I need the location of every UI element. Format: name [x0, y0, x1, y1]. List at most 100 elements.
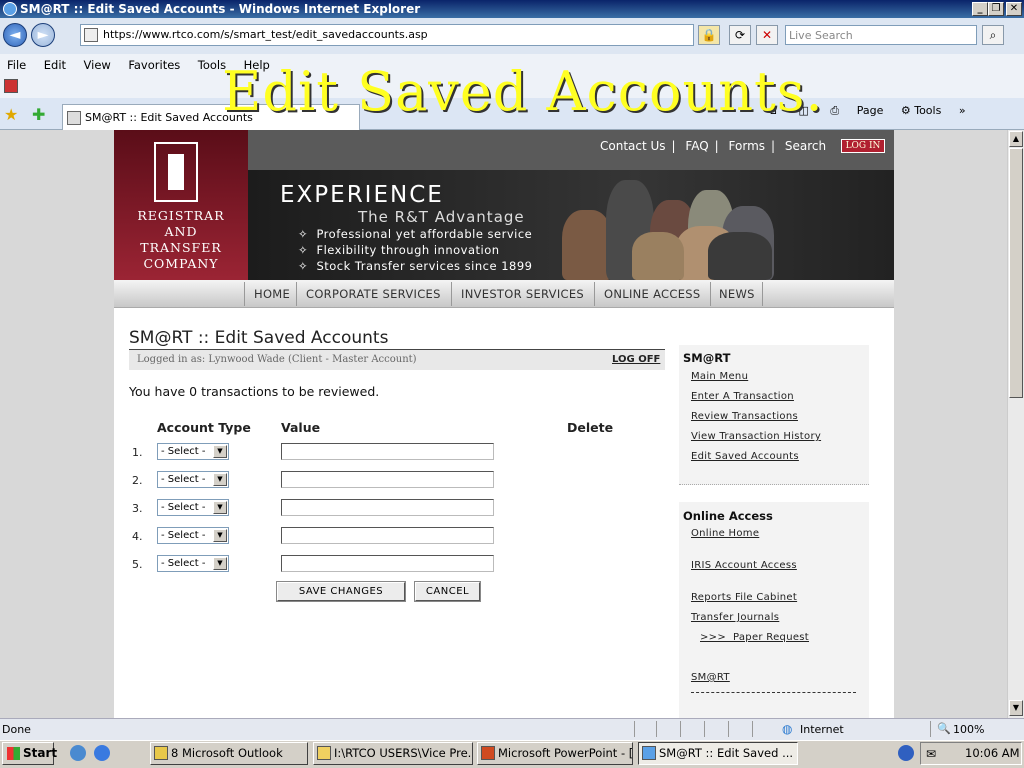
page-icon — [84, 28, 98, 42]
save-changes-button[interactable]: SAVE CHANGES — [276, 581, 406, 602]
menu-edit[interactable]: Edit — [37, 54, 73, 76]
chevron-down-icon[interactable]: ▼ — [213, 501, 227, 514]
value-input[interactable] — [281, 527, 494, 544]
gear-icon: ⚙ — [900, 104, 911, 117]
banner-bullet: ✧ Stock Transfer services since 1899 — [298, 259, 533, 273]
sidebar-heading-smart: SM@RT — [683, 351, 731, 365]
chevron-down-icon[interactable]: ▼ — [213, 445, 227, 458]
add-favorite-icon[interactable]: ✚ — [32, 105, 45, 124]
sidebar-link-reports-cabinet[interactable]: Reports File Cabinet — [691, 592, 797, 603]
zoom-level[interactable]: 100% — [953, 723, 984, 736]
sidebar-link-transfer-journals[interactable]: Transfer Journals — [691, 612, 779, 623]
search-go-icon[interactable]: ⌕ — [982, 25, 1004, 45]
account-type-select[interactable]: - Select - ▼ — [157, 527, 229, 544]
logged-in-text: Logged in as: Lynwood Wade (Client - Mas… — [137, 354, 417, 365]
cancel-button[interactable]: CANCEL — [414, 581, 481, 602]
chevron-down-icon[interactable]: ▼ — [213, 529, 227, 542]
transactions-message: You have 0 transactions to be reviewed. — [129, 384, 380, 399]
task-explorer-folder[interactable]: I:\RTCO USERS\Vice Pre... — [313, 742, 473, 765]
sidebar-divider — [691, 692, 856, 693]
sidebar-link-edit-saved-accounts[interactable]: Edit Saved Accounts — [691, 451, 799, 462]
chevron-down-icon[interactable]: ▼ — [213, 473, 227, 486]
value-input[interactable] — [281, 499, 494, 516]
scroll-up-icon[interactable]: ▲ — [1009, 131, 1023, 147]
banner-bullet: ✧ Professional yet affordable service — [298, 227, 533, 241]
chevron-down-icon[interactable]: ▼ — [213, 557, 227, 570]
security-zone[interactable]: Internet — [800, 723, 844, 736]
task-internet-explorer[interactable]: SM@RT :: Edit Saved ... — [638, 742, 798, 765]
vertical-scrollbar[interactable]: ▲ ▼ — [1007, 130, 1024, 718]
row-number: 2. — [132, 474, 143, 487]
print-icon[interactable]: ⎙ — [830, 104, 839, 117]
login-button[interactable]: LOG IN — [841, 139, 885, 153]
address-bar[interactable]: https://www.rtco.com/s/smart_test/edit_s… — [80, 24, 694, 46]
logo-line: COMPANY — [143, 256, 219, 271]
back-button[interactable]: ◄ — [3, 23, 27, 47]
nav-home[interactable]: HOME — [254, 287, 290, 301]
clock[interactable]: 10:06 AM — [965, 746, 1020, 760]
favorites-star-icon[interactable]: ★ — [4, 105, 18, 124]
menu-file[interactable]: File — [0, 54, 33, 76]
menu-view[interactable]: View — [77, 54, 118, 76]
banner-bullet: ✧ Flexibility through innovation — [298, 243, 500, 257]
nav-investor-services[interactable]: INVESTOR SERVICES — [461, 287, 584, 301]
row-number: 1. — [132, 446, 143, 459]
faq-link[interactable]: FAQ — [685, 139, 708, 153]
sidebar-link-review-transactions[interactable]: Review Transactions — [691, 411, 798, 422]
search-link[interactable]: Search — [785, 139, 826, 153]
start-button[interactable]: Start — [2, 742, 57, 765]
search-input[interactable]: Live Search — [785, 25, 977, 45]
account-type-select[interactable]: - Select - ▼ — [157, 471, 229, 488]
sidebar-link-transaction-history[interactable]: View Transaction History — [691, 431, 821, 442]
nav-news[interactable]: NEWS — [719, 287, 755, 301]
company-logo[interactable]: REGISTRAR AND TRANSFER COMPANY — [114, 130, 248, 280]
scroll-thumb[interactable] — [1009, 148, 1023, 398]
toolbar-addon-icon[interactable] — [4, 79, 18, 93]
banner-tagline: The R&T Advantage — [358, 208, 525, 226]
sidebar-link-online-home[interactable]: Online Home — [691, 528, 759, 539]
menu-favorites[interactable]: Favorites — [121, 54, 187, 76]
task-outlook[interactable]: 8 Microsoft Outlook — [150, 742, 308, 765]
nav-corporate-services[interactable]: CORPORATE SERVICES — [306, 287, 441, 301]
help-icon[interactable] — [898, 745, 914, 761]
minimize-button[interactable]: _ — [972, 2, 988, 16]
quick-launch-icon[interactable] — [70, 745, 86, 761]
lock-icon[interactable]: 🔒 — [698, 25, 720, 45]
value-input[interactable] — [281, 555, 494, 572]
internet-explorer-icon — [3, 2, 17, 16]
banner-photo — [562, 210, 612, 280]
sidebar-link-main-menu[interactable]: Main Menu — [691, 371, 748, 382]
sidebar-heading-online-access: Online Access — [683, 509, 773, 523]
logo-line: AND — [164, 224, 198, 239]
tab-page-icon — [67, 111, 81, 125]
account-type-select[interactable]: - Select - ▼ — [157, 555, 229, 572]
sidebar-link-paper-request[interactable]: >>> Paper Request — [700, 632, 809, 643]
column-header-account-type: Account Type — [157, 420, 251, 435]
row-number: 5. — [132, 558, 143, 571]
refresh-icon[interactable]: ⟳ — [729, 25, 751, 45]
sidebar-link-iris-access[interactable]: IRIS Account Access — [691, 560, 797, 571]
sidebar-link-enter-transaction[interactable]: Enter A Transaction — [691, 391, 794, 402]
maximize-button[interactable]: ❐ — [988, 2, 1004, 16]
window-title-bar[interactable]: SM@RT :: Edit Saved Accounts - Windows I… — [0, 0, 1024, 18]
forward-button[interactable]: ► — [31, 23, 55, 47]
close-window-button[interactable]: ✕ — [1006, 2, 1022, 16]
sidebar-link-smart[interactable]: SM@RT — [691, 672, 730, 683]
value-input[interactable] — [281, 471, 494, 488]
scroll-down-icon[interactable]: ▼ — [1009, 700, 1023, 716]
tools-menu[interactable]: Tools — [914, 104, 941, 117]
logoff-link[interactable]: LOG OFF — [612, 354, 660, 365]
page-menu[interactable]: Page — [857, 104, 884, 117]
stop-icon[interactable]: ✕ — [756, 25, 778, 45]
task-powerpoint[interactable]: Microsoft PowerPoint - [... — [477, 742, 633, 765]
ie-quick-launch-icon[interactable] — [94, 745, 110, 761]
contact-us-link[interactable]: Contact Us — [600, 139, 666, 153]
value-input[interactable] — [281, 443, 494, 460]
mail-icon[interactable]: ✉ — [926, 747, 936, 761]
account-type-select[interactable]: - Select - ▼ — [157, 443, 229, 460]
account-type-select[interactable]: - Select - ▼ — [157, 499, 229, 516]
logo-line: TRANSFER — [140, 240, 222, 255]
chevron-right-icon[interactable]: » — [959, 104, 966, 117]
forms-link[interactable]: Forms — [729, 139, 765, 153]
nav-online-access[interactable]: ONLINE ACCESS — [604, 287, 700, 301]
